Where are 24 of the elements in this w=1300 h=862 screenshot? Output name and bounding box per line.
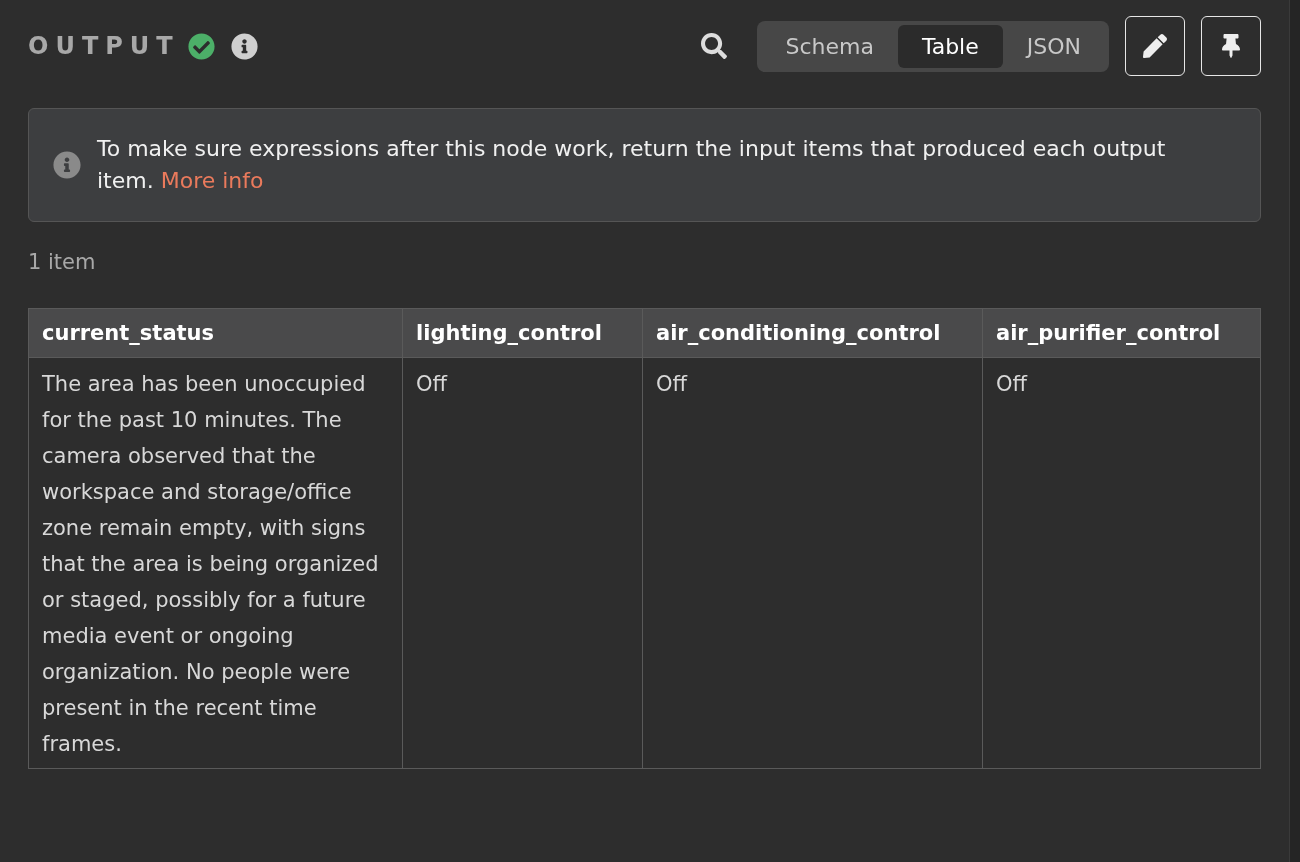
pin-icon xyxy=(1219,34,1243,58)
search-button[interactable] xyxy=(701,33,728,59)
info-icon[interactable] xyxy=(230,32,258,60)
pin-button[interactable] xyxy=(1201,16,1261,76)
view-tab[interactable]: JSON xyxy=(1002,24,1105,68)
column-header: air_purifier_control xyxy=(982,308,1261,358)
panel-title: OUTPUT xyxy=(28,32,180,60)
table-cell: Off xyxy=(982,357,1261,769)
view-tab[interactable]: Schema xyxy=(761,24,898,68)
search-icon xyxy=(701,33,728,59)
column-header: lighting_control xyxy=(402,308,643,358)
info-icon xyxy=(53,151,81,179)
item-count: 1 item xyxy=(28,250,97,274)
edit-button[interactable] xyxy=(1125,16,1185,76)
table-cell: Off xyxy=(402,357,643,769)
pencil-icon xyxy=(1143,34,1167,58)
table-cell: Off xyxy=(642,357,983,769)
view-tab[interactable]: Table xyxy=(897,24,1003,68)
column-header: air_conditioning_control xyxy=(642,308,983,358)
table-cell: The area has been unoccupied for the past 10 minutes. The camera observed that the workspace and storage/office zone remain empty, with signs that the area is being organized or staged, possibly for a future media event or ongoing organization. No people were present in the recent time frames. xyxy=(28,357,403,769)
success-check-icon xyxy=(187,32,215,60)
callout-text: To make sure expressions after this node work, return the input items that produced each output item. More info xyxy=(97,135,1167,195)
more-info-link[interactable]: More info xyxy=(160,168,264,193)
column-header: current_status xyxy=(28,308,403,358)
